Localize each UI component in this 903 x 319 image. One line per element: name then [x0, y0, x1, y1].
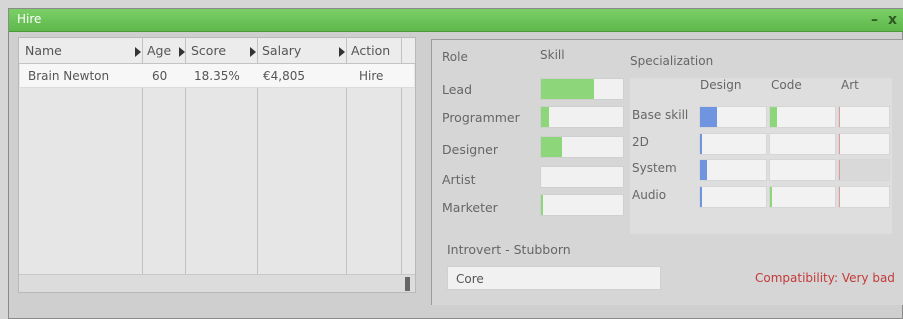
- role-label: Designer: [442, 142, 498, 157]
- skill-fill: [541, 79, 595, 99]
- spec-cell: [769, 186, 836, 208]
- spec-cell: [699, 133, 767, 155]
- role-label: Programmer: [442, 110, 520, 125]
- header-action[interactable]: Action: [351, 43, 390, 58]
- skill-fill: [541, 107, 550, 127]
- spec-cell: [769, 106, 836, 128]
- header-score[interactable]: Score: [191, 43, 226, 58]
- spec-column-header: Art: [841, 78, 859, 92]
- spec-cell-fill: [700, 160, 707, 180]
- spec-cell-fill: [700, 134, 702, 154]
- sort-arrow-icon[interactable]: [339, 47, 345, 57]
- candidates-table: Name Age Score Salary Action Brain Newto…: [18, 37, 416, 293]
- candidate-details: Role Skill Lead Programmer Designer Arti…: [431, 39, 903, 305]
- skill-header: Skill: [540, 48, 565, 62]
- header-salary[interactable]: Salary: [262, 43, 301, 58]
- spec-row-label: System: [632, 161, 677, 175]
- spec-cell-fill: [839, 160, 840, 180]
- personality-traits: Introvert - Stubborn: [447, 242, 571, 257]
- spec-cell: [838, 159, 890, 181]
- spec-cell-fill: [839, 107, 840, 127]
- spec-cell: [699, 159, 767, 181]
- sort-arrow-icon[interactable]: [250, 47, 256, 57]
- window-title: Hire: [17, 12, 42, 26]
- spec-cell-fill: [700, 107, 717, 127]
- core-field[interactable]: Core: [447, 266, 661, 290]
- spec-cell: [838, 133, 890, 155]
- role-label: Lead: [442, 82, 473, 97]
- spec-row-label: Audio: [632, 188, 667, 202]
- scrollbar-thumb[interactable]: [405, 277, 410, 291]
- spec-cell-fill: [770, 107, 777, 127]
- spec-cell: [769, 159, 836, 181]
- spec-cell: [699, 186, 767, 208]
- specialization-grid: Design Code Art Base skill 2D System Aud…: [630, 78, 892, 234]
- sort-arrow-icon[interactable]: [135, 47, 141, 57]
- cell-salary: €4,805: [263, 69, 305, 83]
- hire-window: Hire – x Name Age Score Salary Action Br…: [8, 8, 903, 319]
- skill-bar-marketer: [540, 194, 624, 216]
- specialization-title: Specialization: [630, 54, 714, 68]
- spec-row-label: 2D: [632, 135, 649, 149]
- spec-cell: [769, 133, 836, 155]
- spec-cell-fill: [700, 187, 702, 207]
- spec-cell-fill: [839, 134, 840, 154]
- close-icon[interactable]: x: [888, 12, 897, 28]
- role-label: Marketer: [442, 200, 498, 215]
- spec-column-header: Code: [771, 78, 802, 92]
- header-name[interactable]: Name: [25, 43, 62, 58]
- spec-cell-fill: [839, 187, 840, 207]
- title-bar[interactable]: Hire – x: [9, 9, 903, 32]
- cell-score: 18.35%: [194, 69, 240, 83]
- compatibility-label: Compatibility: Very bad: [755, 271, 895, 285]
- role-header: Role: [442, 50, 468, 64]
- minimize-icon[interactable]: –: [871, 12, 878, 28]
- cell-age: 60: [152, 69, 168, 83]
- skill-bar-designer: [540, 136, 624, 158]
- spec-cell: [838, 186, 890, 208]
- hire-button[interactable]: Hire: [359, 69, 383, 83]
- spec-column-header: Design: [700, 78, 742, 92]
- skill-fill: [541, 195, 544, 215]
- spec-cell-fill: [770, 187, 772, 207]
- skill-bar-artist: [540, 166, 624, 188]
- table-row[interactable]: Brain Newton 60 18.35% €4,805 Hire: [20, 64, 414, 88]
- cell-name: Brain Newton: [28, 69, 110, 83]
- spec-cell: [699, 106, 767, 128]
- skill-bar-programmer: [540, 106, 624, 128]
- role-label: Artist: [442, 172, 476, 187]
- skill-fill: [541, 137, 562, 157]
- skill-bar-lead: [540, 78, 624, 100]
- spec-row-label: Base skill: [632, 108, 689, 122]
- horizontal-scrollbar[interactable]: [19, 274, 415, 292]
- spec-cell: [838, 106, 890, 128]
- table-header: Name Age Score Salary Action: [19, 38, 415, 64]
- header-age[interactable]: Age: [147, 43, 171, 58]
